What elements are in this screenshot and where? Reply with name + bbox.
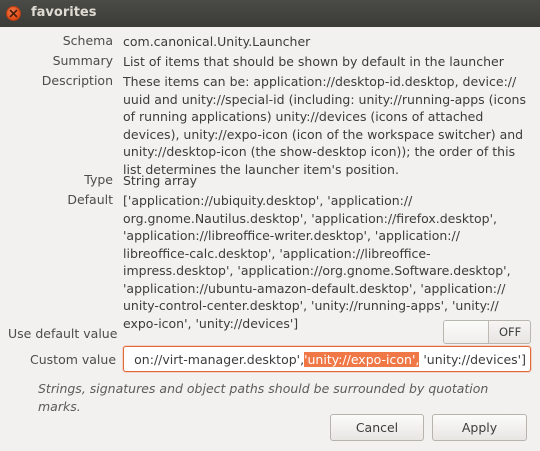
close-icon xyxy=(9,9,18,18)
custom-value-before: on://virt-manager.desktop', xyxy=(134,352,305,367)
custom-value-after: 'unity://devices'] xyxy=(419,352,526,367)
custom-value-input[interactable]: on://virt-manager.desktop','unity://expo… xyxy=(123,346,531,372)
custom-value-label: Custom value xyxy=(30,352,117,367)
schema-value: com.canonical.Unity.Launcher xyxy=(123,34,311,49)
type-value: String array xyxy=(123,173,198,188)
description-label: Description xyxy=(41,73,113,88)
custom-value-selection: 'unity://expo-icon', xyxy=(304,352,420,367)
apply-button[interactable]: Apply xyxy=(432,414,527,441)
summary-value: List of items that should be shown by de… xyxy=(123,54,504,69)
description-value: These items can be: application://deskto… xyxy=(123,74,526,177)
default-label: Default xyxy=(67,192,113,207)
settings-dialog: favorites Schema com.canonical.Unity.Lau… xyxy=(0,0,540,451)
schema-label: Schema xyxy=(62,33,113,48)
custom-value-text: on://virt-manager.desktop','unity://expo… xyxy=(134,352,526,367)
use-default-toggle[interactable]: OFF xyxy=(443,320,531,344)
toggle-knob[interactable] xyxy=(444,321,489,343)
cancel-button[interactable]: Cancel xyxy=(330,414,424,441)
hint-text: Strings, signatures and object paths sho… xyxy=(38,381,489,414)
toggle-state-text: OFF xyxy=(499,325,522,339)
close-button[interactable] xyxy=(6,6,21,21)
window-title: favorites xyxy=(31,5,97,20)
type-label: Type xyxy=(84,172,113,187)
title-bar: favorites xyxy=(0,0,540,27)
default-value: ['application://ubiquity.desktop', 'appl… xyxy=(123,193,511,331)
use-default-label: Use default value xyxy=(8,326,118,341)
summary-label: Summary xyxy=(52,53,113,68)
